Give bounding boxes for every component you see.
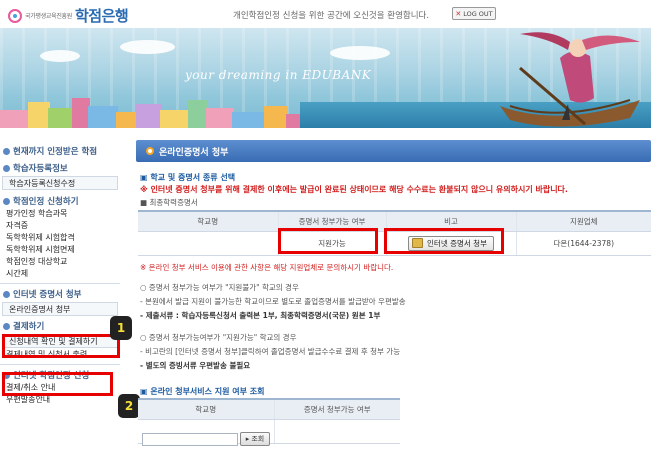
bullet-icon	[3, 290, 10, 298]
logout-x-icon: ✕	[455, 9, 462, 18]
sidebar-divider	[0, 283, 120, 284]
highlight-check-and-pay	[2, 372, 113, 396]
left-sidebar: 현재까지 인정받은 학점 학습자등록정보 학습자등록신청수정 학점인정 신청하기…	[0, 136, 120, 472]
banner-slogan: your dreaming in EDUBANK	[185, 68, 372, 82]
page-title: 온라인증명서 청부	[159, 147, 229, 158]
bullet-icon	[3, 322, 10, 330]
refund-warning: ※ 인터넷 증명서 청부를 위해 결제한 이후에는 발급이 완료된 상태이므로 …	[140, 185, 568, 194]
note-supported-heading: ○ 증명서 청부가능여부가 "지원가능" 학교의 경우	[140, 333, 297, 342]
top-header: 국가평생교육진흥원 학점은행 개인학점인정 신청을 위한 공간에 오신것을 환영…	[0, 0, 651, 28]
bullet-icon	[3, 197, 10, 205]
sidebar-divider	[0, 364, 120, 365]
highlight-availability	[278, 228, 378, 254]
sidebar-heading-payment[interactable]: 결제하기	[0, 319, 120, 333]
col-header-vendor: 지원업체	[516, 210, 651, 232]
school-search-input[interactable]	[142, 433, 238, 446]
inquiry-note: ※ 온라인 청부 서비스 이용에 관한 사항은 해당 지원업체로 문의하시기 바…	[140, 263, 394, 272]
sidebar-item-online-certificate[interactable]: 온라인증명서 청부	[2, 302, 118, 316]
sidebar-heading-label: 학습자등록정보	[13, 164, 68, 174]
welcome-message: 개인학점인정 신청을 위한 공간에 오신것을 환영합니다.	[233, 11, 430, 21]
page-title-bar: 온라인증명서 청부	[136, 140, 651, 162]
title-icon	[146, 147, 154, 155]
note-unsupported-detail: - 본원에서 발급 지원이 불가능한 학교이므로 별도로 졸업증명서를 발급받아…	[140, 297, 406, 306]
logout-button[interactable]: ✕ LOG OUT	[452, 7, 496, 20]
sidebar-heading-learner-info[interactable]: 학습자등록정보	[0, 161, 120, 175]
search-triangle-icon: ▸	[245, 435, 250, 443]
note-supported-detail: - 비고란의 [인터넷 증명서 청부]클릭하여 졸업증명서 발급수수료 결제 후…	[140, 347, 401, 356]
logo-org-text: 국가평생교육진흥원	[25, 13, 72, 20]
school-search-button[interactable]: ▸ 조회	[240, 432, 270, 446]
sidebar-heading-label: 학점인정 신청하기	[13, 197, 79, 207]
logout-label: LOG OUT	[463, 9, 493, 18]
logo-name-text: 학점은행	[74, 7, 129, 25]
col-header-school: 학교명	[138, 210, 279, 232]
sidebar-heading-apply-credits[interactable]: 학점인정 신청하기	[0, 194, 120, 208]
cell-vendor: 다온(1644-2378)	[516, 231, 651, 256]
highlight-certificate-button	[384, 228, 504, 254]
logo-mark-icon	[8, 8, 22, 23]
certificate-type-label: ■ 최종학력증명서	[140, 198, 198, 207]
sidebar-heading-earned-credits[interactable]: 현재까지 인정받은 학점	[0, 144, 120, 158]
bullet-icon	[3, 164, 10, 172]
highlight-online-certificate	[2, 334, 120, 358]
search-button-label: 조회	[251, 435, 265, 443]
sidebar-heading-internet-certificate[interactable]: 인터넷 증명서 청부	[0, 287, 120, 301]
cloud-shape	[120, 40, 175, 54]
note-unsupported-heading: ○ 증명서 청부가능 여부가 "지원불가" 학교의 경우	[140, 283, 299, 292]
note-unsupported-documents: - 제출서류 : 학습자등록신청서 출력본 1부, 최종학력증명서(국문) 원본…	[140, 311, 381, 320]
sidebar-item-eligible-schools[interactable]: 학점인정 대상학교	[0, 256, 120, 268]
sidebar-heading-label: 결제하기	[13, 322, 45, 332]
table-header-row: 학교명 증명서 청부가능 여부	[138, 398, 400, 420]
note-supported-no-docs: - 별도의 증빙서류 우편발송 불필요	[140, 361, 251, 370]
cell-school-name	[138, 231, 279, 256]
sidebar-item-evaluated-courses[interactable]: 평가인정 학습과목	[0, 208, 120, 220]
cloud-shape	[330, 46, 390, 60]
col-header-school: 학교명	[138, 398, 275, 420]
girl-in-boat-illustration	[500, 32, 640, 127]
section-select-school-title: ▣ 학교 및 증명서 종류 선택	[140, 173, 236, 182]
bullet-icon	[3, 147, 10, 155]
cloud-shape	[40, 50, 80, 62]
cell-result	[274, 419, 400, 444]
sidebar-heading-label: 현재까지 인정받은 학점	[13, 147, 98, 157]
section-support-lookup-title: ▣ 온라인 청부서비스 지원 여부 조회	[140, 387, 265, 396]
sidebar-item-self-study-exempt[interactable]: 독학학위제 시험면제	[0, 244, 120, 256]
main-content: 온라인증명서 청부 ▣ 학교 및 증명서 종류 선택 ※ 인터넷 증명서 청부를…	[132, 136, 651, 472]
sidebar-item-self-study-passed[interactable]: 독학학위제 시험합격	[0, 232, 120, 244]
hero-banner: your dreaming in EDUBANK	[0, 28, 651, 128]
sidebar-item-part-time[interactable]: 시간제	[0, 268, 120, 280]
sidebar-heading-label: 인터넷 증명서 청부	[13, 290, 82, 300]
edubank-logo[interactable]: 국가평생교육진흥원 학점은행	[8, 5, 129, 26]
col-header-availability: 증명서 청부가능 여부	[274, 398, 400, 420]
callout-badge-1: 1	[110, 316, 132, 340]
sidebar-item-certificates[interactable]: 자격증	[0, 220, 120, 232]
sidebar-item-learner-registration-edit[interactable]: 학습자등록신청수정	[2, 176, 118, 190]
